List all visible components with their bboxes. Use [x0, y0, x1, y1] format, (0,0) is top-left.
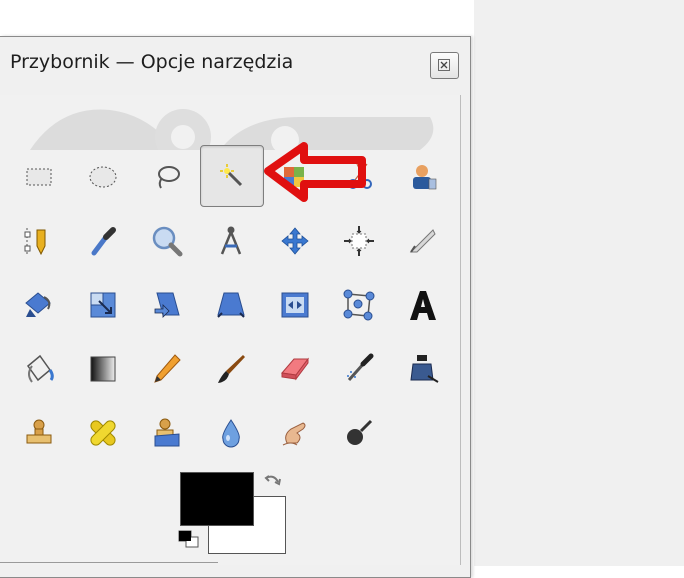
ellipse-select-tool[interactable] [72, 147, 134, 207]
perspective-icon [217, 292, 245, 318]
perspective-tool[interactable] [200, 275, 262, 335]
eraser-tool[interactable] [264, 339, 326, 399]
paths-pen-icon [24, 228, 46, 256]
water-drop-icon [222, 419, 240, 448]
measure-tool[interactable] [200, 211, 262, 271]
bucket-fill-tool[interactable] [8, 339, 70, 399]
move-arrows-icon [281, 227, 309, 255]
perspective-clone-icon [154, 418, 180, 447]
desktop-background-right [474, 0, 684, 566]
fuzzy-select-tool[interactable] [200, 145, 264, 207]
stamp-icon [26, 419, 52, 444]
clone-tool[interactable] [8, 403, 70, 463]
zoom-tool[interactable] [136, 211, 198, 271]
status-divider [0, 562, 218, 563]
gradient-icon [90, 356, 116, 382]
ink-bottle-icon [410, 355, 439, 383]
smudge-finger-icon [282, 422, 306, 446]
window-title: Przybornik — Opcje narzędzia [10, 51, 294, 73]
align-tool[interactable] [328, 211, 390, 271]
blend-tool[interactable] [72, 339, 134, 399]
text-a-icon [410, 291, 436, 320]
cage-tool[interactable] [328, 275, 390, 335]
rect-select-icon [26, 168, 52, 186]
scale-tool[interactable] [72, 275, 134, 335]
heal-tool[interactable] [72, 403, 134, 463]
cage-transform-icon [343, 289, 375, 321]
eraser-icon [281, 357, 309, 381]
free-select-tool[interactable] [136, 147, 198, 207]
bucket-fill-icon [26, 354, 54, 383]
dodge-burn-tool[interactable] [328, 403, 390, 463]
rotate-tool[interactable] [8, 275, 70, 335]
shear-icon [154, 292, 180, 318]
move-tool[interactable] [264, 211, 326, 271]
flip-icon [281, 292, 309, 318]
airbrush-tool[interactable] [328, 339, 390, 399]
close-icon [438, 59, 450, 71]
ink-tool[interactable] [392, 339, 454, 399]
shear-tool[interactable] [136, 275, 198, 335]
window-titlebar[interactable]: Przybornik — Opcje narzędzia [0, 37, 470, 85]
pencil-tool[interactable] [136, 339, 198, 399]
swap-colors-icon[interactable] [262, 472, 284, 494]
foreground-select-icon [413, 165, 437, 190]
default-colors-icon[interactable] [178, 530, 204, 552]
foreground-color-swatch[interactable] [180, 472, 254, 526]
paths-tool[interactable] [8, 211, 70, 271]
airbrush-icon [347, 353, 374, 381]
align-icon [344, 226, 374, 256]
red-arrow-icon [264, 142, 366, 202]
knife-icon [409, 229, 436, 253]
foreground-select-tool[interactable] [392, 147, 454, 207]
ellipse-select-icon [89, 166, 117, 188]
rotate-icon [25, 292, 51, 317]
perspective-clone-tool[interactable] [136, 403, 198, 463]
rect-select-tool[interactable] [8, 147, 70, 207]
paintbrush-icon [218, 355, 245, 383]
color-selector [178, 472, 298, 566]
desktop-background-top [0, 0, 474, 36]
magnifier-icon [152, 226, 183, 257]
scale-icon [90, 292, 116, 318]
compass-icon [220, 226, 242, 255]
lasso-icon [158, 166, 180, 189]
dodge-burn-icon [347, 419, 373, 445]
bandage-icon [90, 420, 116, 446]
smudge-tool[interactable] [264, 403, 326, 463]
gimp-wilber-watermark [30, 109, 434, 150]
paintbrush-tool[interactable] [200, 339, 262, 399]
pencil-icon [154, 354, 181, 383]
close-button[interactable] [430, 52, 459, 79]
color-picker-tool[interactable] [72, 211, 134, 271]
eyedropper-icon [91, 227, 116, 256]
crop-tool[interactable] [392, 211, 454, 271]
flip-tool[interactable] [264, 275, 326, 335]
magic-wand-icon [220, 164, 243, 187]
blur-sharpen-tool[interactable] [200, 403, 262, 463]
text-tool[interactable] [392, 275, 454, 335]
